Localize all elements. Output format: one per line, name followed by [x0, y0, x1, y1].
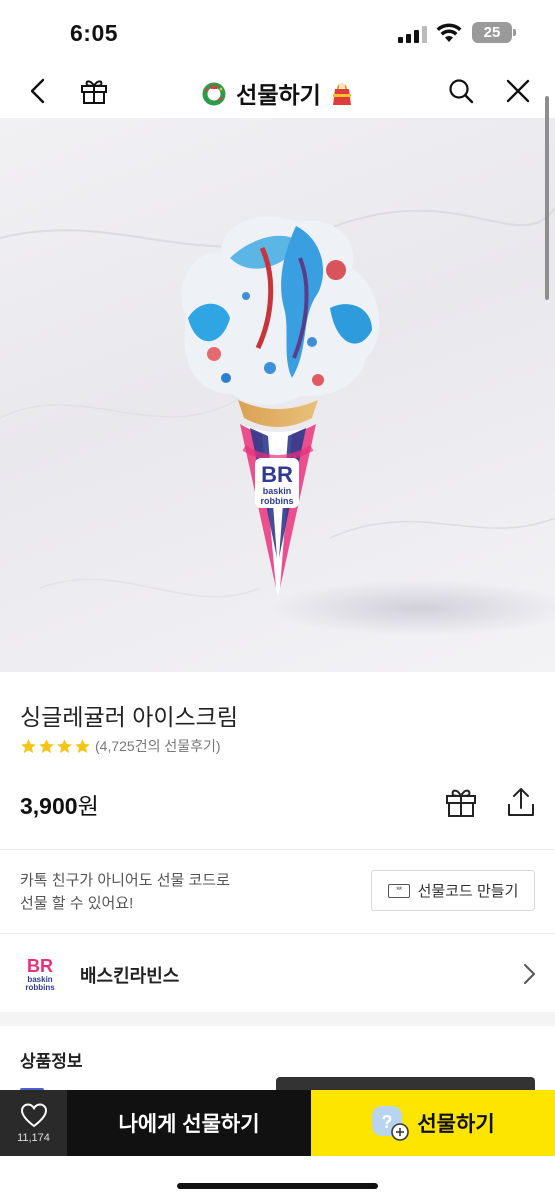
product-name: 싱글레귤러 아이스크림	[20, 704, 238, 730]
gift-button-label: 선물하기	[417, 1113, 495, 1136]
close-icon	[506, 79, 530, 103]
gift-box-icon[interactable]	[444, 786, 478, 818]
app-header: 선물하기	[0, 64, 555, 118]
battery-icon: 25	[472, 22, 516, 43]
search-button[interactable]	[441, 71, 481, 111]
search-icon	[449, 79, 474, 104]
star-icon	[57, 738, 72, 753]
svg-text:robbins: robbins	[261, 496, 294, 506]
price-value: 3,900	[20, 793, 78, 819]
self-gift-button[interactable]: 나에게 선물하기	[67, 1090, 311, 1156]
product-image: BR baskin robbins	[0, 118, 555, 672]
gift-bag-icon	[333, 83, 352, 105]
svg-text:?: ?	[382, 1112, 393, 1132]
close-button[interactable]	[498, 71, 538, 111]
gift-code-button[interactable]: ** 선물코드 만들기	[371, 870, 535, 911]
brand-logo-text: robbins	[25, 983, 55, 992]
signal-icon	[398, 25, 428, 43]
wifi-icon	[436, 23, 462, 42]
friend-question-icon: ?	[372, 1106, 410, 1141]
bottom-action-bar: 11,174 나에게 선물하기 ? 선물하기	[0, 1090, 555, 1156]
status-bar: 6:05 25	[0, 0, 555, 64]
chevron-right-icon	[524, 964, 535, 984]
code-tag-icon: **	[387, 883, 410, 898]
rating[interactable]: (4,725건의 선물후기)	[20, 736, 221, 756]
gift-button[interactable]: ? 선물하기	[311, 1090, 555, 1156]
share-icon[interactable]	[505, 786, 537, 818]
gift-code-desc-line: 카톡 친구가 아니어도 선물 코드로	[20, 872, 230, 889]
heart-icon	[20, 1102, 47, 1127]
star-icon	[75, 738, 90, 753]
like-button[interactable]: 11,174	[0, 1090, 67, 1156]
ice-cream-cone-image: BR baskin robbins	[0, 207, 555, 636]
home-indicator	[177, 1183, 378, 1189]
price-unit: 원	[77, 793, 99, 819]
section-title: 상품정보	[20, 1052, 83, 1071]
price: 3,900원	[20, 787, 99, 821]
gift-code-button-label: 선물코드 만들기	[417, 883, 519, 900]
star-icon	[21, 738, 36, 753]
rating-stars	[20, 738, 91, 755]
svg-text:baskin: baskin	[263, 486, 292, 496]
status-time: 6:05	[70, 20, 119, 46]
page-title-text: 선물하기	[236, 82, 321, 108]
divider	[0, 849, 555, 850]
like-count: 11,174	[17, 1131, 50, 1144]
star-icon	[39, 738, 54, 753]
review-count: (4,725건의 선물후기)	[95, 738, 221, 754]
brand-row[interactable]: BR baskin robbins 배스킨라빈스	[0, 934, 555, 1012]
svg-text:BR: BR	[261, 462, 293, 487]
wreath-icon	[202, 82, 226, 106]
brand-name: 배스킨라빈스	[80, 966, 180, 986]
brand-logo: BR baskin robbins	[25, 956, 55, 992]
section-divider	[0, 1012, 555, 1026]
brand-logo-text: BR	[27, 956, 53, 976]
gift-code-description: 카톡 친구가 아니어도 선물 코드로 선물 할 수 있어요!	[20, 869, 230, 915]
scroll-indicator[interactable]	[545, 96, 549, 300]
gift-code-desc-line: 선물 할 수 있어요!	[20, 895, 134, 912]
